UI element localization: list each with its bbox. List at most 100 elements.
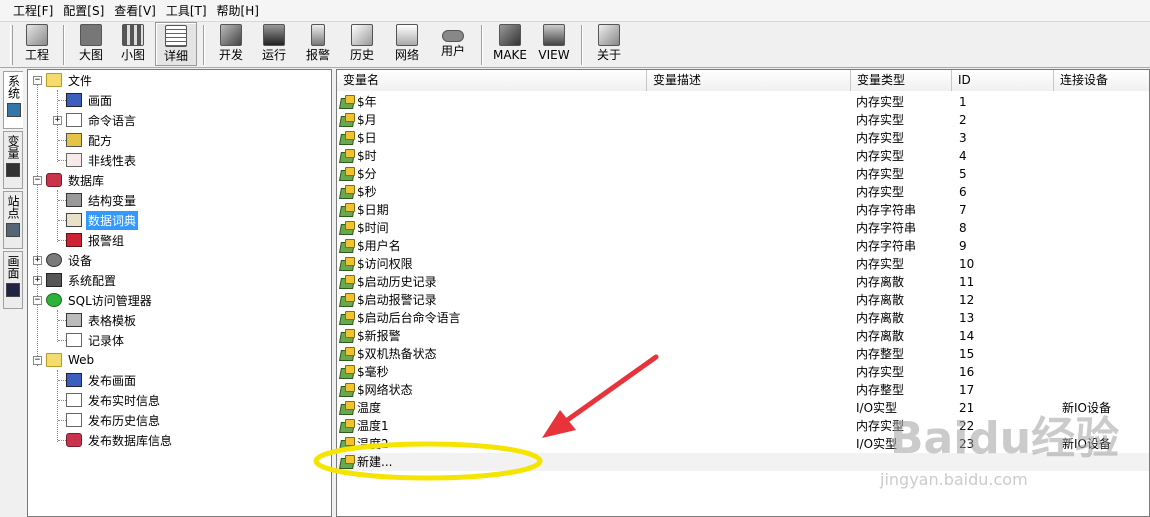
table-row[interactable]: $分 内存实型 5 [337,165,1149,183]
variable-name-text: 温度1 [357,419,389,433]
table-row[interactable]: $时 内存实型 4 [337,147,1149,165]
tree-item-sql-manager[interactable]: SQL访问管理器 [46,290,154,310]
expand-toggle-database[interactable]: − [33,176,42,185]
tree-item-publish-realtime[interactable]: 发布实时信息 [66,390,162,410]
view-icon [543,24,565,46]
menu-help[interactable]: 帮助[H] [212,1,264,21]
table-row[interactable]: $双机热备状态 内存整型 15 [337,345,1149,363]
expand-toggle-file[interactable]: − [33,76,42,85]
column-header-id[interactable]: ID [952,70,1054,91]
menu-config[interactable]: 配置[S] [58,1,109,21]
view-button[interactable]: VIEW [533,22,575,66]
user-button[interactable]: 用户 [431,22,475,66]
tree-item-publish-history[interactable]: 发布历史信息 [66,410,162,430]
tree-item-web[interactable]: Web [46,350,96,370]
make-button[interactable]: MAKE [489,22,531,66]
network-button[interactable]: 网络 [385,22,429,66]
cell-description [647,237,851,255]
about-button[interactable]: 关于 [589,22,629,66]
develop-button[interactable]: 开发 [211,22,251,66]
tree-item-recipe[interactable]: 配方 [66,130,114,150]
tree-item-record[interactable]: 记录体 [66,330,126,350]
cell-name: $日 [337,129,647,147]
cell-name: $启动报警记录 [337,291,647,309]
variable-name-text: 温度2 [357,437,389,451]
column-header-type[interactable]: 变量类型 [851,70,952,91]
project-button[interactable]: 工程 [17,22,57,66]
table-row[interactable]: $毫秒 内存实型 16 [337,363,1149,381]
book-icon [66,213,82,227]
small-icons-view-icon [122,24,144,46]
cell-device [1054,183,1149,201]
small-icons-button[interactable]: 小图 [113,22,153,66]
cell-name: $分 [337,165,647,183]
cell-device [1054,219,1149,237]
tree-item-table-template[interactable]: 表格模板 [66,310,138,330]
history-button[interactable]: 历史 [341,22,383,66]
variable-name-text: $日 [357,131,377,145]
column-header-device[interactable]: 连接设备 [1054,70,1149,91]
tab-screen[interactable]: 画面 [3,251,23,309]
large-icons-button[interactable]: 大图 [71,22,111,66]
cell-description [647,435,851,453]
cell-name: $启动历史记录 [337,273,647,291]
table-row[interactable]: $启动历史记录 内存离散 11 [337,273,1149,291]
cell-description [647,147,851,165]
table-row[interactable]: $日 内存实型 3 [337,129,1149,147]
tree-item-database[interactable]: 数据库 [46,170,106,190]
variable-icon [339,167,355,181]
expand-toggle-web[interactable]: − [33,356,42,365]
details-button[interactable]: 详细 [155,22,197,66]
expand-toggle-device[interactable]: + [33,256,42,265]
cell-description [647,291,851,309]
cell-type: 内存实型 [856,257,905,271]
screen-icon [66,93,82,107]
table-row[interactable]: $月 内存实型 2 [337,111,1149,129]
menu-tools[interactable]: 工具[T] [161,1,212,21]
column-header-description[interactable]: 变量描述 [647,70,851,91]
table-row[interactable]: $用户名 内存字符串 9 [337,237,1149,255]
menu-view[interactable]: 查看[V] [109,1,161,21]
table-row[interactable]: $时间 内存字符串 8 [337,219,1149,237]
tree-item-file[interactable]: 文件 [46,70,94,90]
tree-item-publish-database[interactable]: 发布数据库信息 [66,430,174,450]
cell-name: $年 [337,93,647,111]
table-row[interactable]: $新报警 内存离散 14 [337,327,1149,345]
cell-name: $时 [337,147,647,165]
cell-id: 4 [959,149,967,163]
tab-system[interactable]: 系统 [3,71,23,129]
column-header-name[interactable]: 变量名 [337,70,647,91]
tree-item-data-dictionary[interactable]: 数据词典 [66,210,139,230]
history-icon [351,24,373,46]
tree-item-screen[interactable]: 画面 [66,90,114,110]
table-row[interactable]: $年 内存实型 1 [337,93,1149,111]
variable-icon [339,329,355,343]
table-row[interactable]: $日期 内存字符串 7 [337,201,1149,219]
tree-item-device[interactable]: 设备 [46,250,94,270]
cell-type: 内存实型 [856,95,905,109]
menu-project[interactable]: 工程[F] [8,1,58,21]
expand-toggle-sql[interactable]: − [33,296,42,305]
alarm-button[interactable]: 报警 [297,22,339,66]
expand-toggle-system-config[interactable]: + [33,276,42,285]
variable-icon [339,401,355,415]
tree-item-command-language[interactable]: 命令语言 [66,110,138,130]
cell-type: 内存实型 [856,113,905,127]
table-row[interactable]: $网络状态 内存整型 17 [337,381,1149,399]
cell-type: 内存整型 [856,347,905,361]
toolbar-grip[interactable] [10,25,13,65]
table-row[interactable]: $启动报警记录 内存离散 12 [337,291,1149,309]
tree-item-alarm-group[interactable]: 报警组 [66,230,126,250]
tab-variable[interactable]: 变量 [3,131,23,189]
tree-item-struct-variable[interactable]: 结构变量 [66,190,138,210]
tree-item-nonlinear-table[interactable]: 非线性表 [66,150,138,170]
expand-toggle-command-language[interactable]: + [53,116,62,125]
tree-item-system-config[interactable]: 系统配置 [46,270,118,290]
table-row[interactable]: $访问权限 内存实型 10 [337,255,1149,273]
run-button[interactable]: 运行 [253,22,295,66]
table-row[interactable]: $启动后台命令语言 内存离散 13 [337,309,1149,327]
tab-station[interactable]: 站点 [3,191,23,249]
tree-item-publish-screen[interactable]: 发布画面 [66,370,138,390]
tree-connector [58,420,66,421]
table-row[interactable]: $秒 内存实型 6 [337,183,1149,201]
